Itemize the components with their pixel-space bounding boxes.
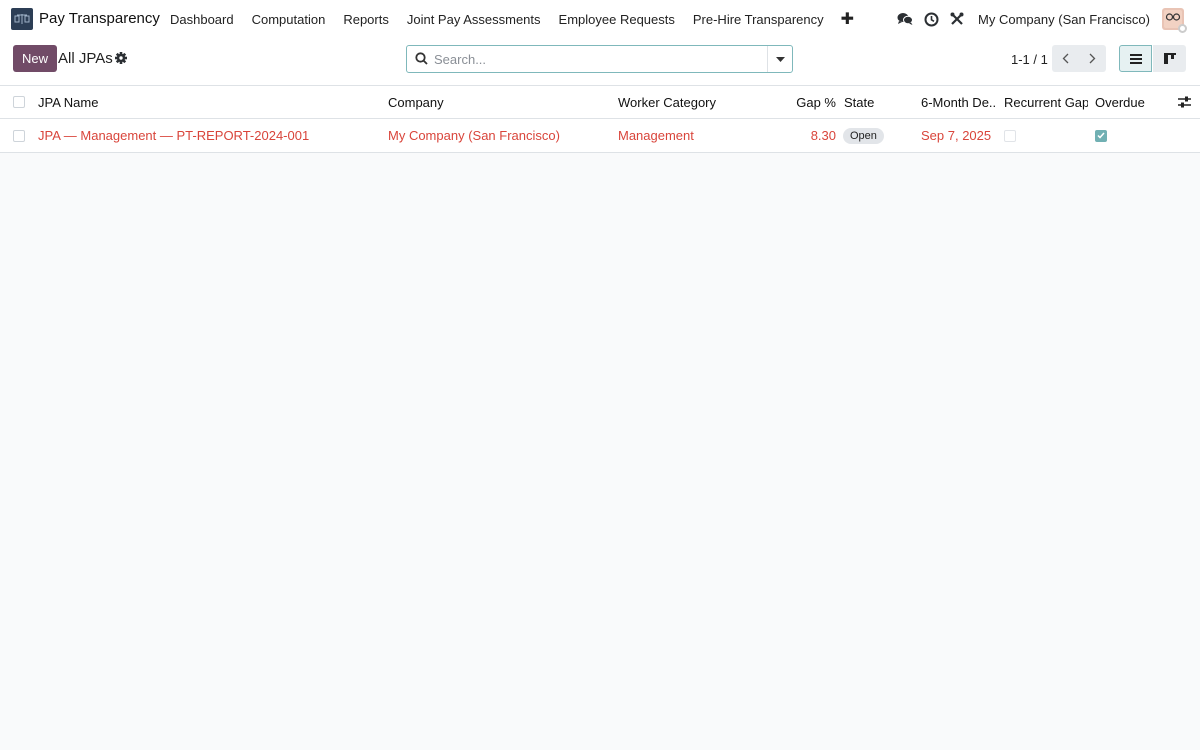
user-avatar[interactable] bbox=[1162, 8, 1187, 33]
column-header-jpa-name[interactable]: JPA Name bbox=[38, 86, 378, 118]
chevron-left-icon bbox=[1062, 53, 1069, 64]
gear-icon[interactable] bbox=[114, 51, 128, 65]
cell-gap: 8.30 bbox=[810, 128, 836, 143]
overdue-checkbox bbox=[1095, 129, 1107, 142]
menu-item-dashboard[interactable]: Dashboard bbox=[161, 12, 243, 27]
cell-overdue bbox=[1095, 119, 1165, 152]
column-header-deadline[interactable]: 6-Month De... bbox=[921, 86, 997, 118]
column-header-overdue[interactable]: Overdue bbox=[1095, 86, 1165, 118]
select-all-checkbox[interactable] bbox=[13, 96, 25, 108]
caret-down-icon bbox=[775, 56, 785, 62]
menu-item-pre-hire-transparency[interactable]: Pre-Hire Transparency bbox=[684, 12, 833, 27]
control-panel: New All JPAs 1-1 / 1 bbox=[0, 38, 1200, 86]
cell-company[interactable]: My Company (San Francisco) bbox=[388, 119, 608, 152]
tools-icon[interactable] bbox=[944, 0, 970, 38]
recurrent-gap-checkbox bbox=[1004, 129, 1016, 142]
list-view-icon bbox=[1129, 53, 1142, 64]
app-logo-icon[interactable] bbox=[11, 8, 33, 30]
table-row[interactable]: JPA — Management — PT-REPORT-2024-001 My… bbox=[0, 119, 1200, 153]
company-switcher[interactable]: My Company (San Francisco) bbox=[978, 12, 1150, 27]
row-select-cell bbox=[13, 119, 25, 152]
column-header-state[interactable]: State bbox=[844, 86, 914, 118]
menu-item-reports[interactable]: Reports bbox=[334, 12, 398, 27]
sliders-icon bbox=[1178, 96, 1191, 108]
chat-bubbles-icon[interactable] bbox=[892, 0, 918, 38]
cell-recurrent-gap bbox=[1004, 119, 1088, 152]
presence-status-icon bbox=[1178, 24, 1187, 33]
top-navbar: Pay Transparency Dashboard Computation R… bbox=[0, 0, 1200, 38]
pager-next-button[interactable] bbox=[1079, 45, 1106, 72]
cell-state: Open bbox=[843, 119, 913, 152]
status-badge: Open bbox=[843, 127, 884, 144]
column-header-worker-category[interactable]: Worker Category bbox=[618, 86, 768, 118]
search-input[interactable] bbox=[434, 50, 764, 68]
kanban-view-button[interactable] bbox=[1153, 45, 1186, 72]
column-header-company[interactable]: Company bbox=[388, 86, 608, 118]
cell-worker-category[interactable]: Management bbox=[618, 119, 768, 152]
page-title: All JPAs bbox=[58, 50, 113, 67]
menu-item-employee-requests[interactable]: Employee Requests bbox=[550, 12, 684, 27]
optional-columns-toggle[interactable] bbox=[1178, 86, 1191, 118]
select-all-cell bbox=[13, 86, 25, 118]
cell-deadline: Sep 7, 2025 bbox=[921, 128, 992, 143]
search-icon bbox=[415, 52, 428, 65]
clock-icon[interactable] bbox=[918, 0, 944, 38]
pager-previous-button[interactable] bbox=[1052, 45, 1079, 72]
column-header-recurrent-gap[interactable]: Recurrent Gap bbox=[1004, 86, 1088, 118]
main-menu: Dashboard Computation Reports Joint Pay … bbox=[161, 0, 862, 38]
chevron-right-icon bbox=[1089, 53, 1096, 64]
systray: My Company (San Francisco) bbox=[892, 0, 1200, 38]
menu-item-joint-pay-assessments[interactable]: Joint Pay Assessments bbox=[398, 12, 550, 27]
list-view-button[interactable] bbox=[1119, 45, 1152, 72]
list-table: JPA Name Company Worker Category Gap % S… bbox=[0, 86, 1200, 153]
kanban-view-icon bbox=[1163, 53, 1176, 64]
table-header: JPA Name Company Worker Category Gap % S… bbox=[0, 86, 1200, 119]
row-checkbox[interactable] bbox=[13, 129, 25, 142]
pager-value[interactable]: 1-1 / 1 bbox=[1011, 52, 1048, 67]
checkmark-icon bbox=[1097, 132, 1105, 139]
cell-jpa-name[interactable]: JPA — Management — PT-REPORT-2024-001 bbox=[38, 119, 378, 152]
plus-icon[interactable]: ✚ bbox=[833, 9, 862, 29]
column-header-gap[interactable]: Gap % bbox=[775, 86, 836, 118]
menu-item-computation[interactable]: Computation bbox=[243, 12, 335, 27]
app-name[interactable]: Pay Transparency bbox=[39, 10, 160, 27]
search-bar bbox=[406, 45, 793, 73]
search-options-toggle[interactable] bbox=[767, 46, 792, 72]
new-button[interactable]: New bbox=[13, 45, 58, 72]
